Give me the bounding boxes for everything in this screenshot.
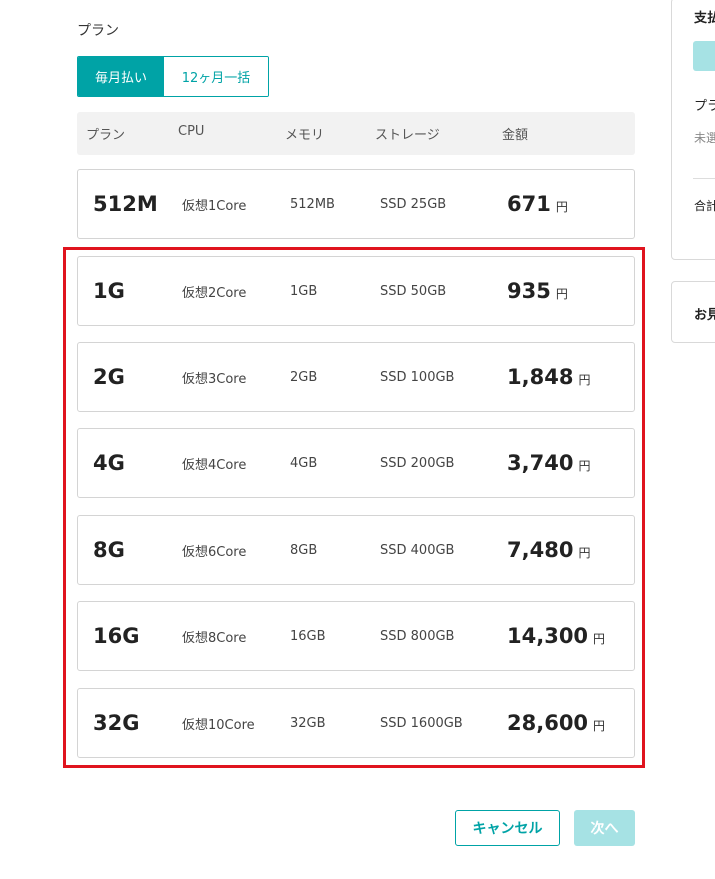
- plan-cpu: 仮想2Core: [182, 285, 247, 301]
- billing-toggle: 毎月払い 12ヶ月一括: [77, 56, 269, 97]
- plan-price: 14,300 円: [507, 602, 605, 670]
- estimate-heading: お見: [694, 308, 715, 323]
- plan-price: 1,848 円: [507, 343, 590, 411]
- plan-storage: SSD 1600GB: [380, 715, 463, 731]
- currency-label: 円: [578, 458, 591, 473]
- currency-label: 円: [593, 718, 606, 733]
- plan-memory: 2GB: [290, 369, 318, 385]
- plan-row-16g[interactable]: 16G 仮想8Core 16GB SSD 800GB 14,300 円: [77, 601, 635, 671]
- header-memory: メモリ: [285, 128, 325, 143]
- header-price: 金額: [502, 128, 529, 143]
- order-summary-panel: 支払 プラ 未選 合計: [671, 0, 715, 260]
- plan-selection-page: プラン 毎月払い 12ヶ月一括 プラン CPU メモリ ストレージ 金額 512…: [0, 0, 715, 879]
- plan-storage: SSD 200GB: [380, 455, 455, 471]
- plan-name: 512M: [93, 192, 158, 216]
- plan-price-value: 1,848: [507, 365, 574, 389]
- currency-label: 円: [578, 545, 591, 560]
- plan-price: 671 円: [507, 170, 568, 238]
- plan-price-value: 28,600: [507, 711, 589, 735]
- plan-storage: SSD 50GB: [380, 283, 447, 299]
- plan-memory: 512MB: [290, 196, 335, 212]
- plan-cpu: 仮想4Core: [182, 457, 247, 473]
- plan-row-1g[interactable]: 1G 仮想2Core 1GB SSD 50GB 935 円: [77, 256, 635, 326]
- plan-storage: SSD 800GB: [380, 628, 455, 644]
- plan-memory: 32GB: [290, 715, 326, 731]
- payment-option-pill[interactable]: [693, 41, 715, 71]
- plan-storage: SSD 100GB: [380, 369, 455, 385]
- plan-price: 7,480 円: [507, 516, 590, 584]
- next-button[interactable]: 次へ: [574, 810, 635, 846]
- payment-heading: 支払: [694, 11, 715, 26]
- plan-unselected-text: 未選: [694, 131, 715, 145]
- plan-memory: 16GB: [290, 628, 326, 644]
- plan-row-32g[interactable]: 32G 仮想10Core 32GB SSD 1600GB 28,600 円: [77, 688, 635, 758]
- plan-storage: SSD 25GB: [380, 196, 447, 212]
- plan-cpu: 仮想10Core: [182, 717, 255, 733]
- plan-price-value: 671: [507, 192, 551, 216]
- plan-price: 935 円: [507, 257, 568, 325]
- currency-label: 円: [578, 372, 591, 387]
- plan-cpu: 仮想6Core: [182, 544, 247, 560]
- plan-name: 4G: [93, 451, 125, 475]
- plan-cpu: 仮想8Core: [182, 630, 247, 646]
- plan-price-value: 14,300: [507, 624, 589, 648]
- billing-monthly-option[interactable]: 毎月払い: [78, 57, 164, 96]
- plan-cpu: 仮想1Core: [182, 198, 247, 214]
- header-storage: ストレージ: [375, 128, 440, 143]
- currency-label: 円: [555, 286, 568, 301]
- currency-label: 円: [593, 631, 606, 646]
- plan-price-value: 935: [507, 279, 551, 303]
- plan-storage: SSD 400GB: [380, 542, 455, 558]
- plan-heading: プラ: [694, 99, 715, 114]
- total-label: 合計: [694, 199, 715, 213]
- plan-name: 8G: [93, 538, 125, 562]
- plan-row-8g[interactable]: 8G 仮想6Core 8GB SSD 400GB 7,480 円: [77, 515, 635, 585]
- plan-cpu: 仮想3Core: [182, 371, 247, 387]
- plan-price-value: 3,740: [507, 451, 574, 475]
- plan-table-header: プラン CPU メモリ ストレージ 金額: [77, 112, 635, 155]
- header-cpu: CPU: [178, 124, 205, 139]
- plan-name: 2G: [93, 365, 125, 389]
- billing-yearly-option[interactable]: 12ヶ月一括: [164, 57, 268, 96]
- plan-memory: 8GB: [290, 542, 318, 558]
- section-title: プラン: [77, 23, 119, 39]
- plan-name: 32G: [93, 711, 140, 735]
- plan-memory: 4GB: [290, 455, 318, 471]
- estimate-panel[interactable]: お見: [671, 281, 715, 343]
- plan-name: 16G: [93, 624, 140, 648]
- plan-price: 3,740 円: [507, 429, 590, 497]
- plan-price: 28,600 円: [507, 689, 605, 757]
- plan-row-512m[interactable]: 512M 仮想1Core 512MB SSD 25GB 671 円: [77, 169, 635, 239]
- plan-memory: 1GB: [290, 283, 318, 299]
- plan-row-2g[interactable]: 2G 仮想3Core 2GB SSD 100GB 1,848 円: [77, 342, 635, 412]
- header-plan: プラン: [86, 128, 126, 143]
- plan-name: 1G: [93, 279, 125, 303]
- currency-label: 円: [555, 199, 568, 214]
- cancel-button[interactable]: キャンセル: [455, 810, 560, 846]
- summary-divider: [693, 178, 715, 179]
- plan-price-value: 7,480: [507, 538, 574, 562]
- plan-row-4g[interactable]: 4G 仮想4Core 4GB SSD 200GB 3,740 円: [77, 428, 635, 498]
